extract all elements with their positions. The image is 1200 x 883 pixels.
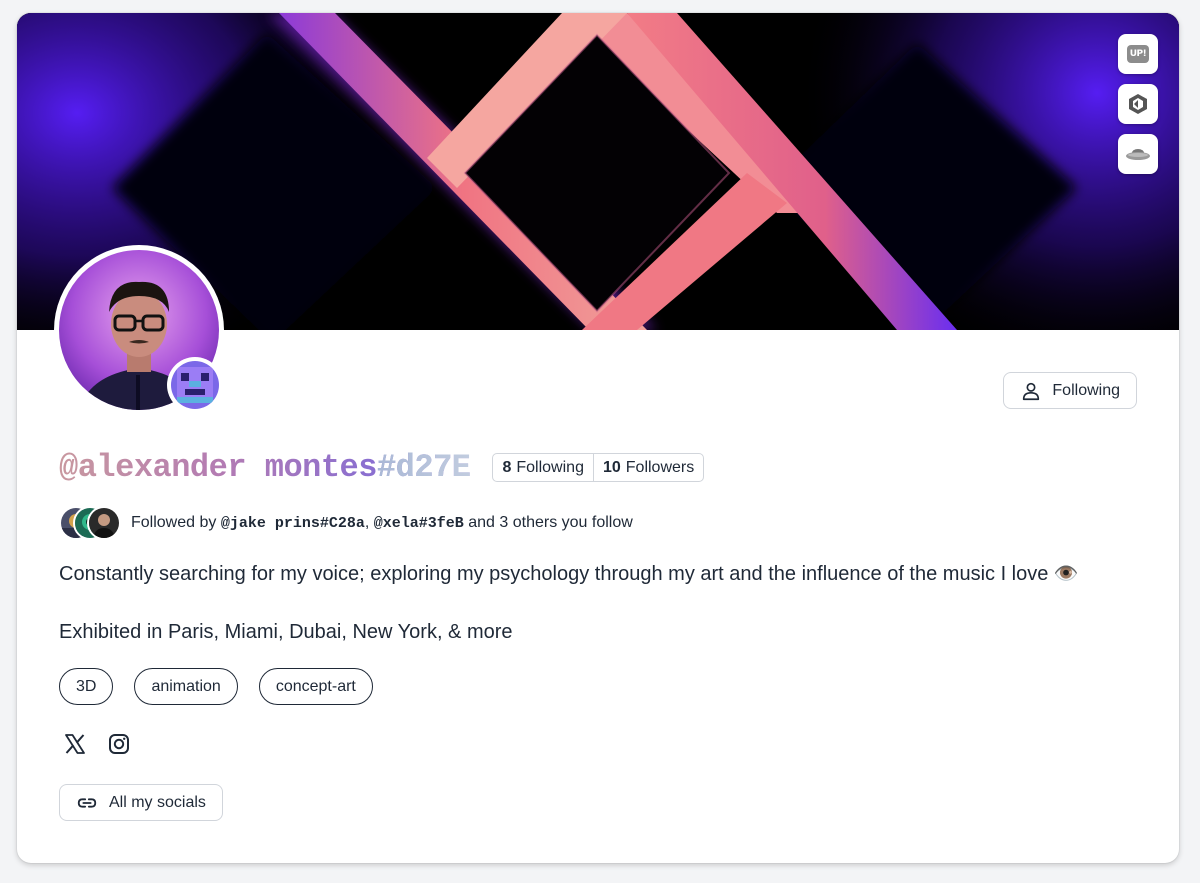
unity-badge-button[interactable] [1118, 84, 1158, 124]
tag-animation[interactable]: animation [134, 668, 238, 705]
followers-count[interactable]: 10 Followers [592, 454, 703, 481]
all-socials-button[interactable]: All my socials [59, 784, 223, 821]
mutual-avatar [87, 506, 121, 540]
interest-tags: 3D animation concept-art [59, 668, 373, 705]
handle-tag: #d27E [376, 449, 471, 486]
tag-3d[interactable]: 3D [59, 668, 114, 705]
followed-by-row: Followed by @jake prins#C28a, @xela#3feB… [59, 506, 633, 540]
saucer-badge-button[interactable] [1118, 134, 1158, 174]
following-button[interactable]: Following [1003, 372, 1137, 409]
x-twitter-icon[interactable] [63, 732, 87, 756]
up-badge-button[interactable]: UP! [1118, 34, 1158, 74]
handle-text: @alexander montes [59, 449, 377, 486]
profile-card: UP! Following @alexander montes#d27E 8 F… [17, 13, 1179, 863]
unity-icon [1129, 94, 1147, 114]
followed-by-prefix: Followed by [131, 514, 217, 531]
followed-by-avatars[interactable] [59, 506, 121, 540]
followed-by-separator: , [364, 514, 370, 531]
side-badges: UP! [1118, 34, 1158, 174]
profile-bio: Constantly searching for my voice; explo… [59, 562, 1079, 678]
nft-badge[interactable] [167, 357, 223, 413]
tag-concept-art[interactable]: concept-art [258, 668, 373, 705]
following-count[interactable]: 8 Following [493, 454, 593, 481]
up-badge-icon: UP! [1127, 45, 1149, 63]
followers-count-value: 10 [602, 458, 621, 476]
following-count-value: 8 [502, 458, 512, 476]
followed-by-user[interactable]: @jake prins#C28a [221, 515, 365, 532]
pixel-avatar-icon [171, 361, 219, 409]
social-links [63, 732, 131, 756]
following-button-label: Following [1052, 381, 1120, 399]
instagram-icon[interactable] [107, 732, 131, 756]
name-row: @alexander montes#d27E 8 Following 10 Fo… [59, 449, 705, 486]
profile-handle: @alexander montes#d27E [59, 449, 471, 486]
link-icon [77, 797, 97, 808]
all-socials-label: All my socials [109, 793, 206, 811]
flying-saucer-icon [1126, 149, 1150, 160]
followed-by-suffix[interactable]: and 3 others you follow [468, 514, 633, 532]
profile-avatar[interactable] [54, 245, 224, 415]
bio-line: Constantly searching for my voice; explo… [59, 563, 1079, 585]
follow-counts: 8 Following 10 Followers [492, 453, 705, 482]
followed-by-user[interactable]: @xela#3feB [374, 515, 464, 532]
followers-count-label: Followers [625, 458, 695, 476]
following-count-label: Following [516, 458, 584, 476]
bio-line: Exhibited in Paris, Miami, Dubai, New Yo… [59, 621, 513, 643]
user-icon [1023, 382, 1040, 400]
